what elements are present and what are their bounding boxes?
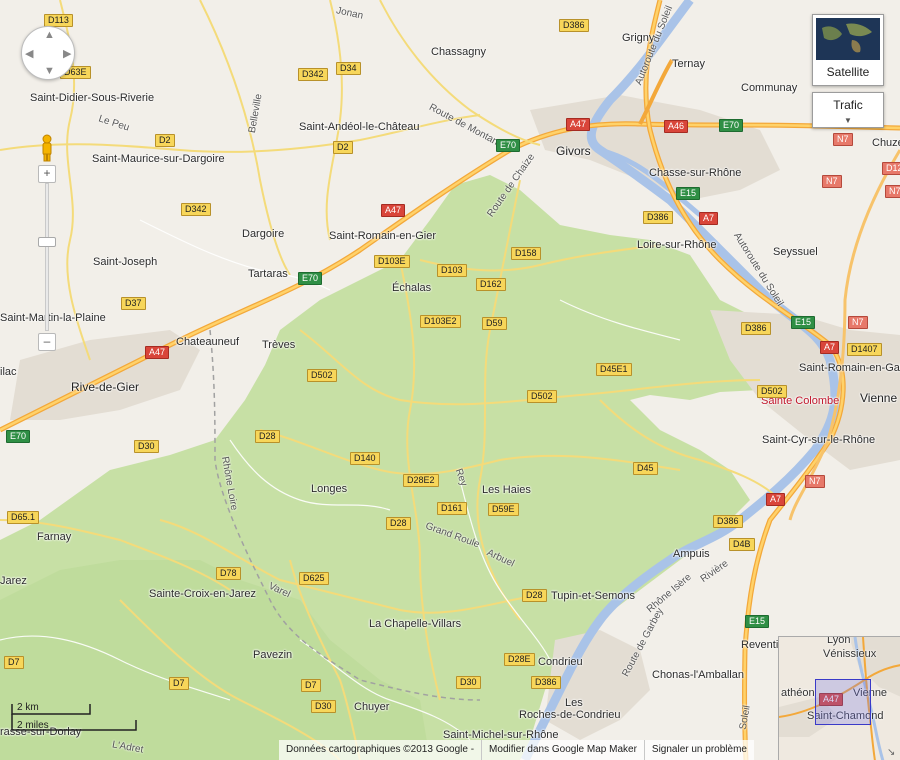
road-shield-d103e2: D103E2 bbox=[420, 315, 461, 328]
road-shield-d502: D502 bbox=[307, 369, 337, 382]
road-shield-d30: D30 bbox=[134, 440, 159, 453]
road-shield-d386: D386 bbox=[713, 515, 743, 528]
road-shield-d161: D161 bbox=[437, 502, 467, 515]
road-shield-d7: D7 bbox=[301, 679, 321, 692]
road-shield-a7: A7 bbox=[820, 341, 840, 354]
street-view-pegman-icon[interactable] bbox=[37, 133, 57, 163]
road-shield-d65-1: D65.1 bbox=[7, 511, 40, 524]
road-shield-e70: E70 bbox=[6, 430, 31, 443]
zoom-in-button[interactable]: + bbox=[38, 165, 56, 183]
road-shield-d28: D28 bbox=[386, 517, 411, 530]
pan-up-icon[interactable]: ▲ bbox=[44, 29, 55, 41]
road-shield-d7: D7 bbox=[169, 677, 189, 690]
pan-left-icon[interactable]: ◀ bbox=[25, 47, 33, 60]
road-shield-d162: D162 bbox=[476, 278, 506, 291]
road-shield-e15: E15 bbox=[745, 615, 770, 628]
scale-bar: 2 km 2 miles bbox=[10, 700, 150, 736]
road-shield-d28e: D28E bbox=[504, 653, 535, 666]
road-shield-d2: D2 bbox=[333, 141, 353, 154]
chevron-down-icon: ▼ bbox=[844, 116, 852, 125]
overview-label-venissieux: Vénissieux bbox=[823, 648, 877, 660]
road-shield-d45e1: D45E1 bbox=[596, 363, 632, 376]
road-shield-d34: D34 bbox=[336, 62, 361, 75]
zoom-slider-thumb[interactable] bbox=[38, 237, 56, 247]
satellite-thumbnail-image bbox=[816, 18, 880, 60]
road-shield-a47: A47 bbox=[145, 346, 170, 359]
satellite-button[interactable]: Satellite bbox=[812, 14, 884, 86]
pan-down-icon[interactable]: ▼ bbox=[44, 65, 55, 77]
traffic-dropdown[interactable]: Trafic ▼ bbox=[812, 92, 884, 128]
edit-in-map-maker-link[interactable]: Modifier dans Google Map Maker bbox=[481, 740, 644, 760]
road-shield-e15: E15 bbox=[676, 187, 701, 200]
road-shield-e70: E70 bbox=[719, 119, 744, 132]
zoom-out-button[interactable]: – bbox=[38, 333, 56, 351]
traffic-label: Trafic bbox=[833, 98, 863, 112]
road-shield-e15: E15 bbox=[791, 316, 816, 329]
road-shield-d78: D78 bbox=[216, 567, 241, 580]
road-shield-d103: D103 bbox=[437, 264, 467, 277]
road-shield-a7: A7 bbox=[766, 493, 786, 506]
road-shield-d45: D45 bbox=[633, 462, 658, 475]
zoom-slider-track[interactable] bbox=[45, 183, 49, 331]
scale-miles-label: 2 miles bbox=[17, 720, 49, 731]
map-canvas[interactable]: Grigny Ternay Communay Chassagny Saint-D… bbox=[0, 0, 900, 760]
road-shield-n7: N7 bbox=[805, 475, 825, 488]
road-shield-d140: D140 bbox=[350, 452, 380, 465]
road-shield-d502: D502 bbox=[757, 385, 787, 398]
map-footer: Données cartographiques ©2013 Google - M… bbox=[279, 740, 754, 760]
road-shield-d158: D158 bbox=[511, 247, 541, 260]
road-shield-d30: D30 bbox=[311, 700, 336, 713]
road-shield-d37: D37 bbox=[121, 297, 146, 310]
pan-right-icon[interactable]: ▶ bbox=[63, 47, 71, 60]
overview-viewport-box[interactable] bbox=[815, 679, 871, 725]
pan-control[interactable]: ▲ ▼ ◀ ▶ bbox=[21, 26, 75, 80]
road-shield-a47: A47 bbox=[381, 204, 406, 217]
road-shield-d386: D386 bbox=[531, 676, 561, 689]
road-shield-e70: E70 bbox=[496, 139, 521, 152]
road-shield-a47: A47 bbox=[566, 118, 591, 131]
road-shield-d103e: D103E bbox=[374, 255, 410, 268]
road-shield-d386: D386 bbox=[559, 19, 589, 32]
overview-map[interactable]: Lyon Vénissieux athéon A47 Vienne Saint-… bbox=[778, 636, 900, 760]
road-shield-d386: D386 bbox=[741, 322, 771, 335]
road-shield-a7: A7 bbox=[699, 212, 719, 225]
overview-label-lyon: Lyon bbox=[827, 636, 851, 646]
map-data-attribution: Données cartographiques ©2013 Google - bbox=[286, 744, 475, 755]
road-shield-d386: D386 bbox=[643, 211, 673, 224]
road-shield-n7: N7 bbox=[833, 133, 853, 146]
road-shield-d7: D7 bbox=[4, 656, 24, 669]
road-shield-d625: D625 bbox=[299, 572, 329, 585]
road-shield-e70: E70 bbox=[298, 272, 323, 285]
road-shield-d12: D12 bbox=[882, 162, 900, 175]
road-shield-d28: D28 bbox=[255, 430, 280, 443]
road-shield-d59: D59 bbox=[482, 317, 507, 330]
collapse-arrow-icon[interactable]: ↘ bbox=[887, 747, 899, 759]
road-shield-d342: D342 bbox=[181, 203, 211, 216]
satellite-label: Satellite bbox=[826, 65, 870, 79]
road-shield-d1407: D1407 bbox=[847, 343, 882, 356]
road-shield-n7: N7 bbox=[822, 175, 842, 188]
road-shield-d28e2: D28E2 bbox=[403, 474, 439, 487]
road-shield-d30: D30 bbox=[456, 676, 481, 689]
road-shield-d59e: D59E bbox=[488, 503, 519, 516]
road-shield-d502: D502 bbox=[527, 390, 557, 403]
road-shield-d342: D342 bbox=[298, 68, 328, 81]
road-shield-d4b: D4B bbox=[729, 538, 755, 551]
road-shield-d28: D28 bbox=[522, 589, 547, 602]
scale-km-label: 2 km bbox=[17, 702, 39, 713]
overview-label-atheon: athéon bbox=[781, 687, 815, 699]
road-shield-n7: N7 bbox=[885, 185, 900, 198]
report-problem-link[interactable]: Signaler un problème bbox=[643, 740, 754, 760]
road-shield-d2: D2 bbox=[155, 134, 175, 147]
road-shield-a46: A46 bbox=[664, 120, 689, 133]
road-shield-n7: N7 bbox=[848, 316, 868, 329]
map-base-layer bbox=[0, 0, 900, 760]
